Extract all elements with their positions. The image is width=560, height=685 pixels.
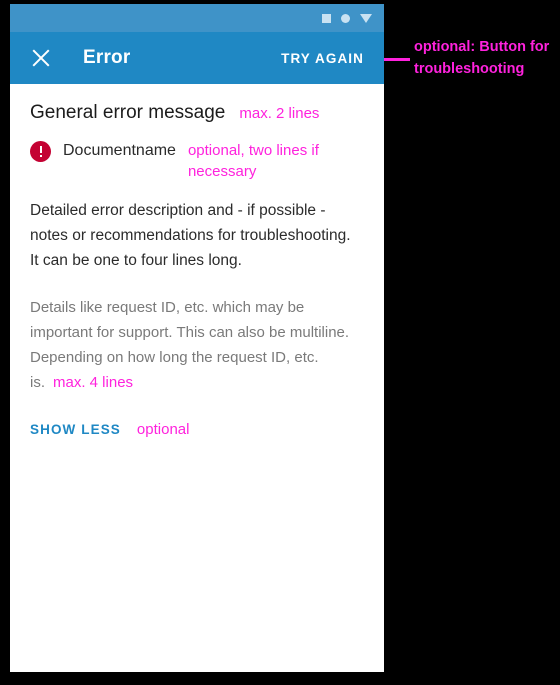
show-less-note: optional [136, 421, 190, 438]
error-details: Details like request ID, etc. which may … [30, 295, 364, 395]
error-heading: General error message [30, 102, 226, 123]
document-name-note: optional, two lines if necessary [187, 142, 319, 180]
status-bar [10, 4, 384, 32]
heading-max-lines-note: max. 2 lines [239, 105, 320, 122]
show-less-button[interactable]: SHOW LESS [30, 422, 121, 437]
annotation-connector-line [384, 58, 410, 61]
document-row: Documentname optional, two lines if nece… [30, 140, 364, 182]
error-exclamation-icon [30, 141, 51, 162]
heading-row: General error message max. 2 lines [30, 100, 364, 126]
show-less-row: SHOW LESS optional [30, 419, 364, 440]
triangle-down-icon [360, 13, 372, 23]
dialog-content: General error message max. 2 lines Docum… [10, 84, 384, 440]
try-again-button[interactable]: TRY AGAIN [279, 47, 366, 70]
phone-frame: Error TRY AGAIN General error message ma… [10, 4, 384, 672]
square-icon [322, 13, 331, 23]
try-again-annotation: optional: Button for troubleshooting [414, 39, 550, 77]
document-name: Documentname [63, 142, 176, 159]
error-description: Detailed error description and - if poss… [30, 202, 351, 269]
page-title: Error [83, 47, 131, 68]
close-icon[interactable] [30, 47, 52, 69]
app-bar: Error TRY AGAIN [10, 32, 384, 84]
details-max-lines-note: max. 4 lines [53, 374, 134, 391]
circle-icon [341, 13, 350, 23]
